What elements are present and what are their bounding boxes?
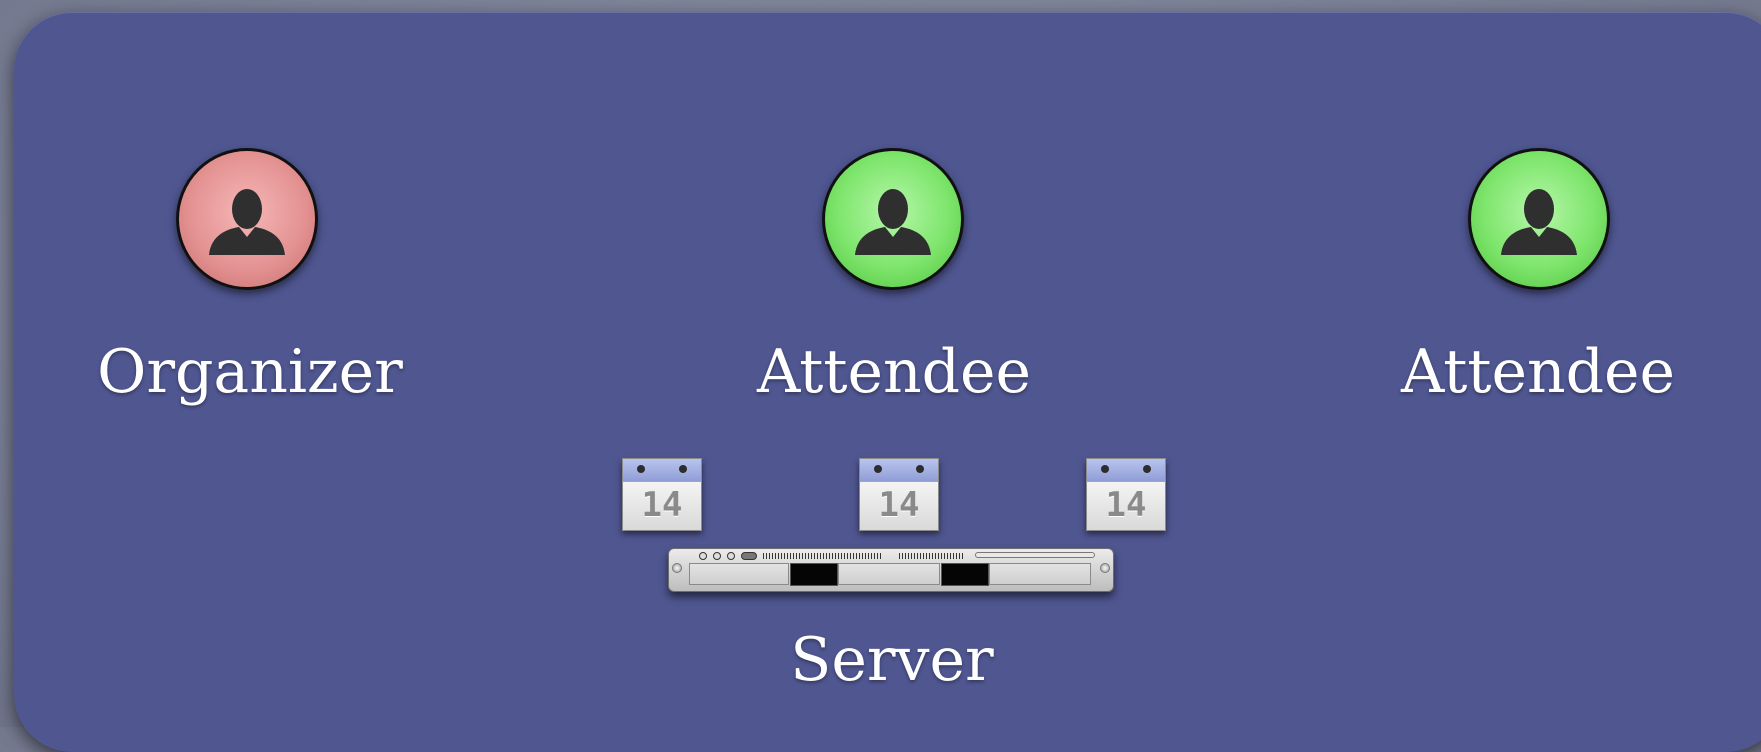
person-silhouette-icon (855, 189, 931, 255)
attendee-1-avatar-icon (822, 148, 964, 290)
attendee-2-avatar-icon (1468, 148, 1610, 290)
person-silhouette-icon (1501, 189, 1577, 255)
calendar-day: 14 (1086, 481, 1166, 531)
calendar-icon: 14 (622, 458, 702, 531)
server-rack-icon (668, 548, 1114, 592)
attendee-2-label: Attendee (1400, 337, 1676, 407)
attendee-1-label: Attendee (756, 337, 1032, 407)
calendar-day: 14 (859, 481, 939, 531)
calendar-icon: 14 (859, 458, 939, 531)
calendar-day: 14 (622, 481, 702, 531)
organizer-avatar-icon (176, 148, 318, 290)
calendar-icon: 14 (1086, 458, 1166, 531)
organizer-label: Organizer (97, 337, 403, 407)
server-label: Server (790, 625, 994, 695)
person-silhouette-icon (209, 189, 285, 255)
